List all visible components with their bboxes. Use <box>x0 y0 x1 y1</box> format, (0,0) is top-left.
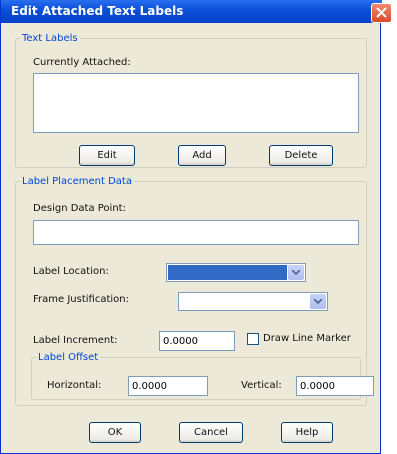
label-location-dropdown[interactable] <box>166 263 306 282</box>
currently-attached-label: Currently Attached: <box>33 57 131 68</box>
label-increment-label: Label Increment: <box>33 335 118 346</box>
cancel-button[interactable]: Cancel <box>179 422 243 443</box>
currently-attached-list[interactable] <box>33 73 359 133</box>
label-offset-group-title: Label Offset <box>38 352 99 363</box>
horizontal-offset-field[interactable] <box>128 376 208 396</box>
label-location-label: Label Location: <box>33 266 109 277</box>
label-increment-field[interactable] <box>159 331 235 351</box>
design-data-point-field[interactable] <box>33 220 359 245</box>
chevron-down-icon[interactable] <box>288 265 304 280</box>
frame-justification-dropdown[interactable] <box>178 292 328 311</box>
close-button[interactable] <box>371 3 392 23</box>
close-icon <box>376 7 387 18</box>
text-labels-group-title: Text Labels <box>22 33 78 44</box>
dialog-title: Edit Attached Text Labels <box>11 4 184 18</box>
ok-button[interactable]: OK <box>89 422 141 443</box>
title-bar: Edit Attached Text Labels <box>1 0 382 23</box>
add-button[interactable]: Add <box>178 145 226 166</box>
help-button[interactable]: Help <box>281 422 333 443</box>
draw-line-marker-label: Draw Line Marker <box>263 333 351 344</box>
edit-attached-text-labels-dialog: Edit Attached Text Labels Text Labels Cu… <box>0 0 382 454</box>
vertical-offset-field[interactable] <box>296 376 374 396</box>
vertical-label: Vertical: <box>241 380 282 391</box>
draw-line-marker-checkbox[interactable] <box>247 333 259 345</box>
edit-button[interactable]: Edit <box>79 145 135 166</box>
label-placement-group-title: Label Placement Data <box>22 176 132 187</box>
design-data-point-label: Design Data Point: <box>33 203 126 214</box>
label-location-selection <box>168 265 287 280</box>
chevron-down-icon[interactable] <box>310 294 326 309</box>
delete-button[interactable]: Delete <box>269 145 333 166</box>
horizontal-label: Horizontal: <box>47 380 102 391</box>
frame-justification-label: Frame Justification: <box>33 294 129 305</box>
